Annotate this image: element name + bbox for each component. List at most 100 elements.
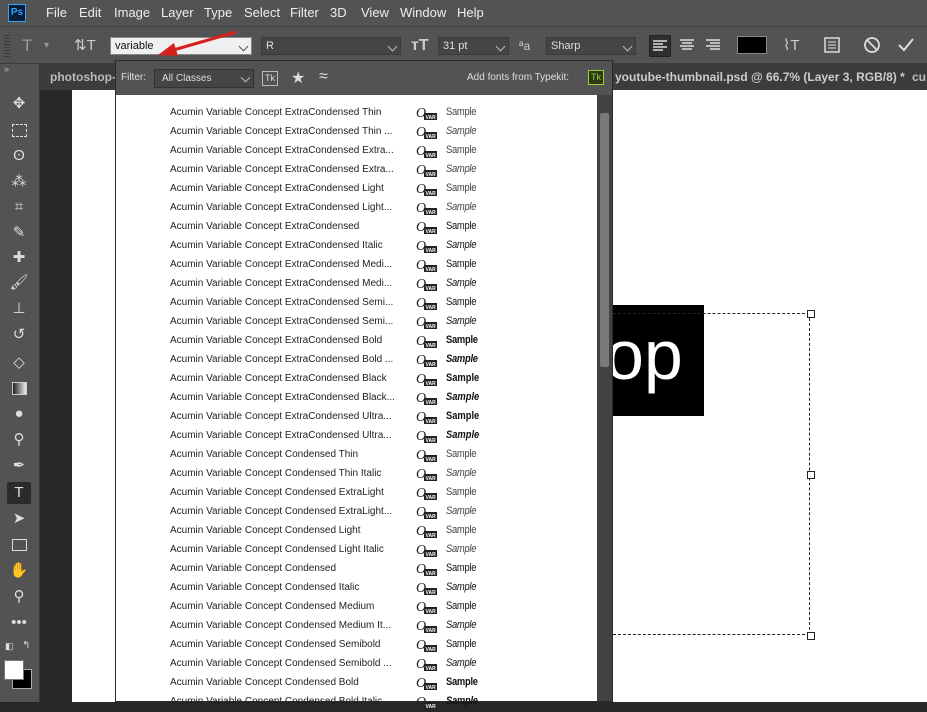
typekit-add-button[interactable]: Tk: [588, 70, 604, 85]
font-list-item[interactable]: Acumin Variable Concept ExtraCondensed B…: [116, 351, 596, 370]
warp-text-icon[interactable]: ⌇T: [783, 37, 800, 55]
font-list-item[interactable]: Acumin Variable Concept Condensed Thin O V…: [116, 446, 596, 465]
font-list-item[interactable]: Acumin Variable Concept ExtraCondensed B…: [116, 389, 596, 408]
font-list-item[interactable]: Acumin Variable Concept ExtraCondensed I…: [116, 237, 596, 256]
font-list-item[interactable]: Acumin Variable Concept ExtraCondensed S…: [116, 294, 596, 313]
font-list-item[interactable]: Acumin Variable Concept Condensed Bold I…: [116, 693, 596, 712]
scrollbar-thumb[interactable]: [600, 113, 609, 367]
font-list-item[interactable]: Acumin Variable Concept Condensed Semibo…: [116, 636, 596, 655]
character-panel-button[interactable]: [823, 36, 841, 54]
font-list-item[interactable]: Acumin Variable Concept Condensed ExtraL…: [116, 484, 596, 503]
chevron-down-icon[interactable]: [495, 41, 506, 52]
font-style-select[interactable]: R: [261, 37, 401, 55]
foreground-color-swatch[interactable]: [4, 660, 24, 680]
brush-tool-icon[interactable]: 🖌: [7, 272, 31, 294]
default-colors-icon[interactable]: ◧: [5, 641, 14, 652]
favorites-star-icon[interactable]: ★: [291, 68, 305, 88]
font-list-item[interactable]: Acumin Variable Concept ExtraCondensed U…: [116, 427, 596, 446]
text-bounding-box[interactable]: [613, 313, 810, 635]
rectangle-tool-icon[interactable]: [7, 534, 31, 556]
font-list-item[interactable]: Acumin Variable Concept ExtraCondensed E…: [116, 142, 596, 161]
font-list-item[interactable]: Acumin Variable Concept Condensed Italic…: [116, 579, 596, 598]
gradient-tool-icon[interactable]: [7, 377, 31, 399]
more-tools-icon[interactable]: •••: [7, 612, 31, 634]
transform-handle[interactable]: [807, 632, 815, 640]
blur-tool-icon[interactable]: ●: [7, 403, 31, 425]
font-list-item[interactable]: Acumin Variable Concept ExtraCondensed E…: [116, 161, 596, 180]
chevron-down-icon[interactable]: ▾: [44, 37, 49, 55]
eraser-tool-icon[interactable]: ◇: [7, 352, 31, 374]
font-list-item[interactable]: Acumin Variable Concept Condensed Bold O V…: [116, 674, 596, 693]
healing-tool-icon[interactable]: ✚: [7, 247, 31, 269]
eyedropper-tool-icon[interactable]: ✎: [7, 222, 31, 244]
similar-fonts-icon[interactable]: ≈: [319, 68, 328, 86]
font-list-item[interactable]: Acumin Variable Concept ExtraCondensed L…: [116, 180, 596, 199]
filter-class-select[interactable]: All Classes: [154, 69, 254, 88]
font-list-item[interactable]: Acumin Variable Concept Condensed Semibo…: [116, 655, 596, 674]
chevron-down-icon[interactable]: [240, 72, 251, 83]
marquee-tool-icon[interactable]: [7, 119, 31, 141]
menu-file[interactable]: File: [46, 5, 67, 20]
chevron-down-icon[interactable]: [622, 41, 633, 52]
chevron-down-icon[interactable]: [238, 41, 249, 52]
font-list-item[interactable]: Acumin Variable Concept ExtraCondensed B…: [116, 370, 596, 389]
font-size-select[interactable]: 31 pt: [438, 37, 509, 55]
cancel-button[interactable]: [863, 36, 881, 54]
tab-photoshop[interactable]: photoshop-: [40, 64, 116, 90]
crop-tool-icon[interactable]: ⌗: [7, 196, 31, 218]
menu-edit[interactable]: Edit: [79, 5, 101, 20]
path-select-tool-icon[interactable]: ➤: [7, 508, 31, 530]
tab-cu[interactable]: cu: [910, 64, 927, 90]
pen-tool-icon[interactable]: ✒: [7, 455, 31, 477]
move-tool-icon[interactable]: ✥: [7, 93, 31, 115]
menu-type[interactable]: Type: [204, 5, 232, 20]
tab-youtube-thumbnail[interactable]: youtube-thumbnail.psd @ 66.7% (Layer 3, …: [605, 64, 915, 110]
font-list-item[interactable]: Acumin Variable Concept Condensed Light O…: [116, 522, 596, 541]
align-center-button[interactable]: [677, 35, 699, 57]
font-list-item[interactable]: Acumin Variable Concept ExtraCondensed T…: [116, 123, 596, 142]
collapse-panel-icon[interactable]: »: [4, 64, 9, 74]
lasso-tool-icon[interactable]: ʘ: [7, 145, 31, 167]
font-list-item[interactable]: Acumin Variable Concept ExtraCondensed M…: [116, 275, 596, 294]
font-list-item[interactable]: Acumin Variable Concept Condensed Medium…: [116, 598, 596, 617]
hand-tool-icon[interactable]: ✋: [7, 560, 31, 582]
menu-view[interactable]: View: [361, 5, 389, 20]
transform-handle[interactable]: [807, 471, 815, 479]
swap-colors-icon[interactable]: ↰: [22, 640, 30, 651]
font-list-item[interactable]: Acumin Variable Concept Condensed Light …: [116, 541, 596, 560]
text-color-swatch[interactable]: [737, 36, 767, 54]
menu-window[interactable]: Window: [400, 5, 446, 20]
dodge-tool-icon[interactable]: ⚲: [7, 429, 31, 451]
typekit-filter-button[interactable]: Tk: [262, 71, 278, 86]
menu-select[interactable]: Select: [244, 5, 280, 20]
type-tool-preset-icon[interactable]: T: [22, 37, 32, 55]
align-left-button[interactable]: [649, 35, 671, 57]
stamp-tool-icon[interactable]: ⊥: [7, 298, 31, 320]
font-list-item[interactable]: Acumin Variable Concept ExtraCondensed M…: [116, 256, 596, 275]
font-list-item[interactable]: Acumin Variable Concept Condensed Medium…: [116, 617, 596, 636]
zoom-tool-icon[interactable]: ⚲: [7, 586, 31, 608]
chevron-down-icon[interactable]: [387, 41, 398, 52]
toggle-text-orientation-icon[interactable]: ⇅T: [74, 37, 96, 55]
font-list-item[interactable]: Acumin Variable Concept Condensed O VAR Sam…: [116, 560, 596, 579]
font-list-item[interactable]: Acumin Variable Concept ExtraCondensed U…: [116, 408, 596, 427]
transform-handle[interactable]: [807, 310, 815, 318]
align-right-button[interactable]: [703, 35, 725, 57]
commit-button[interactable]: [896, 36, 916, 54]
font-list-item[interactable]: Acumin Variable Concept ExtraCondensed T…: [116, 104, 596, 123]
menu-layer[interactable]: Layer: [161, 5, 194, 20]
type-tool-icon[interactable]: T: [7, 482, 31, 504]
font-list-item[interactable]: Acumin Variable Concept ExtraCondensed O V…: [116, 218, 596, 237]
antialias-select[interactable]: Sharp: [546, 37, 636, 55]
font-list-item[interactable]: Acumin Variable Concept Condensed Thin I…: [116, 465, 596, 484]
font-list-item[interactable]: Acumin Variable Concept Condensed ExtraL…: [116, 503, 596, 522]
panel-grip-icon[interactable]: [4, 35, 10, 57]
font-list-item[interactable]: Acumin Variable Concept ExtraCondensed L…: [116, 199, 596, 218]
font-list-item[interactable]: Acumin Variable Concept ExtraCondensed S…: [116, 313, 596, 332]
menu-image[interactable]: Image: [114, 5, 150, 20]
menu-help[interactable]: Help: [457, 5, 484, 20]
history-brush-tool-icon[interactable]: ↺: [7, 324, 31, 346]
menu-3d[interactable]: 3D: [330, 5, 347, 20]
font-list-item[interactable]: Acumin Variable Concept ExtraCondensed B…: [116, 332, 596, 351]
quick-select-tool-icon[interactable]: ⁂: [7, 171, 31, 193]
